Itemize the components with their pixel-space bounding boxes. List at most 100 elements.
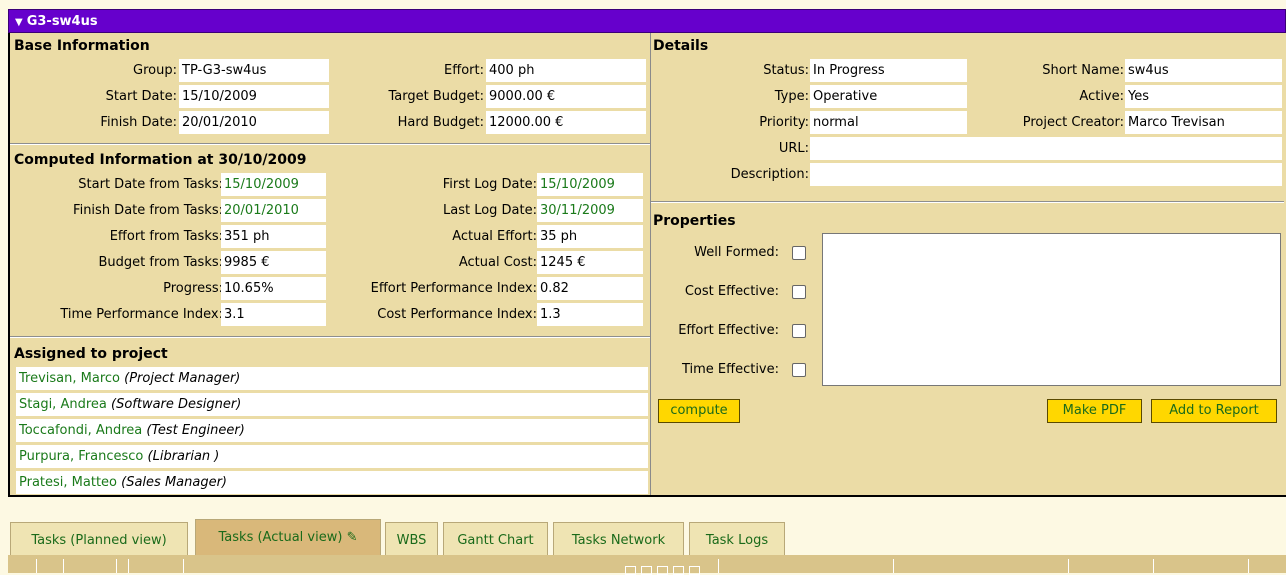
divider [10, 143, 650, 145]
time-effective-checkbox[interactable] [792, 363, 806, 377]
scale-marker [657, 566, 668, 575]
add-to-report-button[interactable]: Add to Report [1151, 399, 1277, 423]
group-value: TP-G3-sw4us [179, 59, 329, 82]
list-item[interactable]: Pratesi, Matteo (Sales Manager) [16, 471, 648, 495]
status-value: In Progress [810, 59, 967, 82]
tab-task-logs[interactable]: Task Logs [689, 522, 785, 555]
computed-label: Progress: [163, 281, 223, 296]
divider [651, 201, 1284, 203]
computed-label: Cost Performance Index: [377, 307, 537, 322]
person-name[interactable]: Toccafondi, Andrea [19, 423, 142, 438]
list-item[interactable]: Purpura, Francesco (Librarian ) [16, 445, 648, 469]
hard-budget-value: 12000.00 € [486, 111, 646, 134]
tab-label: WBS [396, 533, 427, 548]
computed-label: Actual Cost: [458, 255, 537, 270]
column-divider [718, 559, 719, 573]
list-item[interactable]: Stagi, Andrea (Software Designer) [16, 393, 648, 417]
effort-effective-label: Effort Effective: [678, 323, 779, 338]
computed-value: 35 ph [537, 225, 643, 248]
computed-value: 1.3 [537, 303, 643, 326]
tab-label: Tasks (Planned view) [31, 533, 167, 548]
active-label: Active: [1079, 89, 1124, 104]
details-heading: Details [653, 38, 709, 54]
computed-label: Effort from Tasks: [109, 229, 223, 244]
computed-value: 3.1 [221, 303, 326, 326]
computed-value: 0.82 [537, 277, 643, 300]
properties-heading: Properties [653, 213, 736, 229]
person-name[interactable]: Purpura, Francesco [19, 449, 143, 464]
tab-tasks-planned[interactable]: Tasks (Planned view) [10, 522, 188, 555]
computed-value: 15/10/2009 [537, 173, 643, 196]
computed-value: 20/01/2010 [221, 199, 326, 222]
column-divider [36, 559, 37, 573]
column-divider [63, 559, 64, 573]
pencil-icon[interactable]: ✎ [347, 530, 358, 545]
computed-label: Time Performance Index: [60, 307, 223, 322]
tab-label: Gantt Chart [457, 533, 534, 548]
computed-info-heading: Computed Information at 30/10/2009 [14, 152, 307, 168]
computed-label: Finish Date from Tasks: [73, 203, 223, 218]
computed-value: 351 ph [221, 225, 326, 248]
computed-label: Budget from Tasks: [98, 255, 223, 270]
divider [10, 336, 650, 338]
column-divider [116, 559, 117, 573]
collapse-triangle-icon[interactable]: ▼ [15, 17, 23, 28]
cost-effective-label: Cost Effective: [684, 284, 779, 299]
make-pdf-button[interactable]: Make PDF [1047, 399, 1142, 423]
column-divider [893, 559, 894, 573]
computed-label: Effort Performance Index: [370, 281, 537, 296]
person-name[interactable]: Trevisan, Marco [19, 371, 120, 386]
computed-label: First Log Date: [442, 177, 537, 192]
scale-marker [673, 566, 684, 575]
tab-label: Tasks (Actual view) [218, 530, 343, 545]
scale-marker [625, 566, 636, 575]
person-role: (Sales Manager) [121, 475, 228, 490]
scale-marker [689, 566, 700, 575]
computed-value: 10.65% [221, 277, 326, 300]
computed-label: Start Date from Tasks: [78, 177, 223, 192]
effort-effective-checkbox[interactable] [792, 324, 806, 338]
column-divider [183, 559, 184, 573]
computed-value: 15/10/2009 [221, 173, 326, 196]
column-divider [128, 559, 129, 573]
url-value [810, 137, 1282, 160]
cost-effective-checkbox[interactable] [792, 285, 806, 299]
target-budget-label: Target Budget: [388, 89, 485, 104]
list-item[interactable]: Trevisan, Marco (Project Manager) [16, 367, 648, 391]
compute-button[interactable]: compute [658, 399, 740, 423]
computed-value: 30/11/2009 [537, 199, 643, 222]
priority-value: normal [810, 111, 967, 134]
column-divider [1153, 559, 1154, 573]
description-value [810, 163, 1282, 186]
priority-label: Priority: [759, 115, 809, 130]
scale-marker [641, 566, 652, 575]
well-formed-label: Well Formed: [694, 245, 779, 260]
creator-label: Project Creator: [1022, 115, 1124, 130]
project-titlebar[interactable]: ▼ G3-sw4us [8, 9, 1286, 33]
tab-wbs[interactable]: WBS [385, 522, 438, 555]
column-divider [1068, 559, 1069, 573]
well-formed-checkbox[interactable] [792, 246, 806, 260]
type-value: Operative [810, 85, 967, 108]
description-label: Description: [730, 167, 809, 182]
person-role: (Test Engineer) [146, 423, 245, 438]
short-name-value: sw4us [1125, 59, 1282, 82]
finish-date-label: Finish Date: [100, 115, 177, 130]
effort-label: Effort: [444, 63, 484, 78]
computed-value: 9985 € [221, 251, 326, 274]
tab-tasks-network[interactable]: Tasks Network [553, 522, 684, 555]
column-divider [1248, 559, 1249, 573]
person-name[interactable]: Stagi, Andrea [19, 397, 107, 412]
tab-label: Task Logs [705, 533, 769, 548]
person-name[interactable]: Pratesi, Matteo [19, 475, 117, 490]
project-title: G3-sw4us [26, 14, 98, 29]
tab-tasks-actual[interactable]: Tasks (Actual view) ✎ [195, 519, 381, 555]
finish-date-value: 20/01/2010 [179, 111, 329, 134]
right-column: Details Status: In Progress Type: Operat… [651, 33, 1284, 495]
computed-label: Last Log Date: [442, 203, 537, 218]
tab-gantt-chart[interactable]: Gantt Chart [443, 522, 548, 555]
hard-budget-label: Hard Budget: [397, 115, 484, 130]
person-role: (Project Manager) [124, 371, 241, 386]
properties-textarea[interactable] [822, 233, 1281, 386]
list-item[interactable]: Toccafondi, Andrea (Test Engineer) [16, 419, 648, 443]
